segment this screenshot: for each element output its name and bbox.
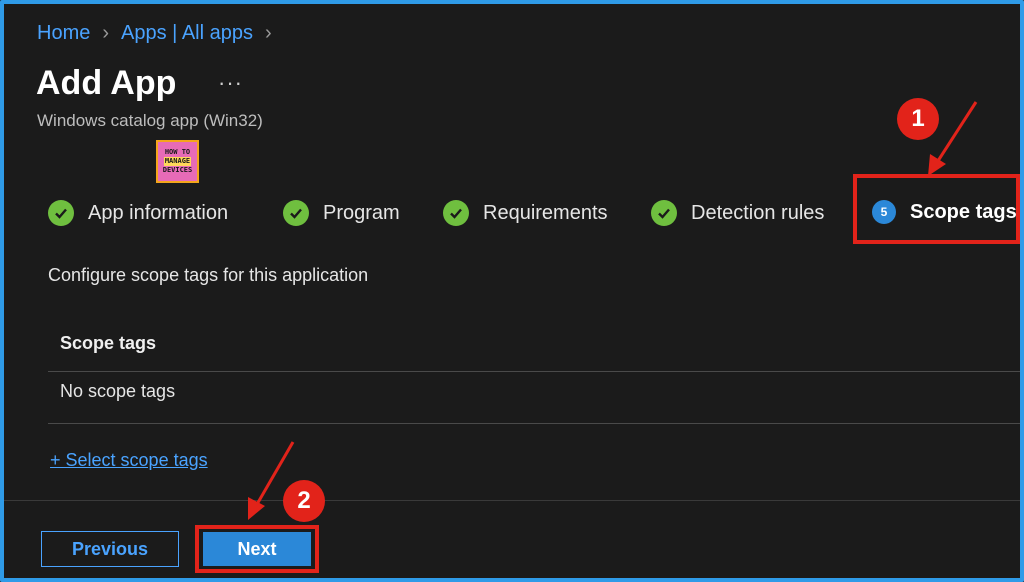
scope-tags-highlight-box	[853, 174, 1020, 244]
step-program[interactable]: Program	[283, 200, 400, 226]
logo-text-line3: DEVICES	[162, 166, 193, 174]
next-button[interactable]: Next	[203, 532, 311, 566]
logo-text-line2: MANAGE	[163, 157, 192, 166]
checkmark-icon	[48, 200, 74, 226]
select-scope-tags-link[interactable]: + Select scope tags	[50, 450, 208, 471]
how-to-manage-devices-logo: HOW TO MANAGE DEVICES	[156, 140, 199, 183]
checkmark-icon	[443, 200, 469, 226]
annotation-badge-1: 1	[897, 98, 939, 140]
footer-divider	[4, 500, 1020, 501]
breadcrumb: Home › Apps | All apps ›	[37, 22, 284, 45]
page-title: Add App	[36, 64, 177, 102]
breadcrumb-home-link[interactable]: Home	[37, 22, 90, 45]
table-empty-message: No scope tags	[60, 381, 176, 401]
table-column-header: Scope tags	[60, 333, 157, 353]
breadcrumb-apps-link[interactable]: Apps | All apps	[121, 22, 253, 45]
section-description: Configure scope tags for this applicatio…	[48, 265, 369, 285]
logo-text-line1: HOW TO	[164, 148, 191, 156]
annotation-badge-2: 2	[283, 480, 325, 522]
table-divider	[48, 423, 1020, 424]
step-app-information[interactable]: App information	[48, 200, 228, 226]
step-label: Requirements	[483, 201, 608, 224]
chevron-right-icon: ›	[264, 22, 272, 44]
step-detection-rules[interactable]: Detection rules	[651, 200, 824, 226]
page-subtitle: Windows catalog app (Win32)	[37, 111, 263, 130]
checkmark-icon	[283, 200, 309, 226]
checkmark-icon	[651, 200, 677, 226]
table-divider	[48, 371, 1020, 372]
more-options-icon[interactable]: ···	[218, 70, 243, 96]
step-label: Program	[323, 201, 400, 224]
chevron-right-icon: ›	[102, 22, 110, 44]
step-label: App information	[88, 201, 229, 224]
previous-button[interactable]: Previous	[41, 531, 179, 567]
step-requirements[interactable]: Requirements	[443, 200, 608, 226]
step-label: Detection rules	[691, 201, 825, 224]
